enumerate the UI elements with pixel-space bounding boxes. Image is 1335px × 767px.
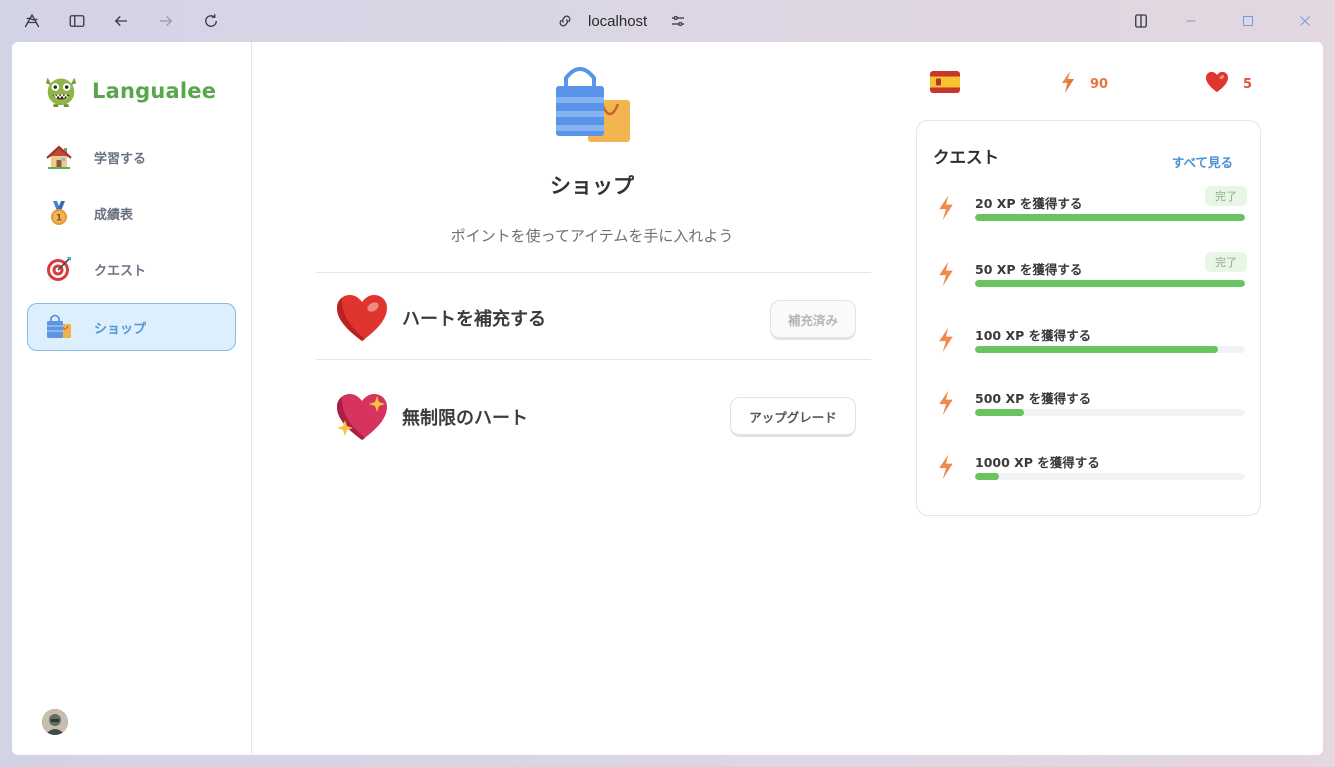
quest-progress-fill bbox=[975, 280, 1245, 287]
quest-label: 50 XP を獲得する bbox=[975, 262, 1083, 277]
divider bbox=[316, 272, 871, 273]
browser-toolbar: localhost bbox=[0, 0, 1335, 42]
minimize-icon[interactable] bbox=[1179, 9, 1203, 33]
lightning-icon bbox=[937, 193, 959, 229]
sidebar-item-label: 成績表 bbox=[94, 207, 134, 223]
back-icon[interactable] bbox=[109, 9, 133, 33]
heart-icon bbox=[332, 290, 392, 346]
quests-card: クエスト すべて見る 20 XP を獲得する 完了 50 XP を獲得する 完了 bbox=[916, 120, 1261, 516]
sidebar: Langualee 学習する 1 成績表 クエスト ショップ bbox=[12, 42, 252, 755]
forward-icon[interactable] bbox=[154, 9, 178, 33]
quest-label: 20 XP を獲得する bbox=[975, 196, 1083, 211]
lightning-icon bbox=[937, 325, 959, 361]
shop-item-label: 無制限のハート bbox=[402, 408, 528, 429]
split-view-icon[interactable] bbox=[1129, 9, 1153, 33]
lightning-icon bbox=[937, 452, 959, 488]
sidebar-item-label: クエスト bbox=[94, 263, 147, 279]
target-icon bbox=[44, 254, 74, 284]
house-icon bbox=[44, 142, 74, 172]
quest-item[interactable]: 500 XP を獲得する bbox=[917, 388, 1262, 434]
refilled-button[interactable]: 補充済み bbox=[770, 300, 856, 340]
sidebar-item-leaderboard[interactable]: 1 成績表 bbox=[27, 189, 236, 237]
view-all-link[interactable]: すべて見る bbox=[1172, 152, 1233, 171]
quest-progress-bar bbox=[975, 409, 1245, 416]
page-subtitle: ポイントを使ってアイテムを手に入れよう bbox=[450, 227, 734, 245]
quest-progress-fill bbox=[975, 346, 1218, 353]
sidebar-toggle-icon[interactable] bbox=[65, 9, 89, 33]
quest-item[interactable]: 1000 XP を獲得する bbox=[917, 452, 1262, 498]
divider bbox=[316, 359, 871, 360]
quest-progress-fill bbox=[975, 409, 1024, 416]
sidebar-item-label: ショップ bbox=[94, 321, 147, 337]
sidebar-item-label: 学習する bbox=[94, 151, 147, 167]
shop-item-refill-hearts: ハートを補充する 補充済み bbox=[316, 278, 871, 358]
monster-mascot-icon bbox=[42, 70, 80, 112]
xp-value: 90 bbox=[1090, 76, 1109, 92]
quests-title: クエスト bbox=[933, 148, 999, 167]
sidebar-item-learn[interactable]: 学習する bbox=[27, 133, 236, 181]
quest-progress-bar bbox=[975, 346, 1245, 353]
hearts-value: 5 bbox=[1243, 76, 1253, 92]
url-text[interactable]: localhost bbox=[588, 13, 647, 30]
shop-main: ショップ ポイントを使ってアイテムを手に入れよう ハートを補充する 補充済み 無… bbox=[252, 42, 1323, 755]
shop-item-unlimited-hearts: 無制限のハート アップグレード bbox=[316, 377, 871, 457]
sparkling-heart-icon bbox=[332, 389, 392, 445]
shopping-bags-hero-icon bbox=[554, 66, 632, 148]
avatar[interactable] bbox=[42, 709, 68, 735]
upgrade-button[interactable]: アップグレード bbox=[730, 397, 856, 437]
completed-badge: 完了 bbox=[1205, 252, 1247, 272]
app-logo-icon[interactable] bbox=[20, 9, 44, 33]
maximize-icon[interactable] bbox=[1236, 9, 1260, 33]
svg-text:1: 1 bbox=[56, 214, 62, 224]
lightning-icon bbox=[937, 259, 959, 295]
quest-item[interactable]: 100 XP を獲得する bbox=[917, 325, 1262, 371]
sidebar-item-quests[interactable]: クエスト bbox=[27, 245, 236, 293]
quest-label: 500 XP を獲得する bbox=[975, 391, 1092, 406]
completed-badge: 完了 bbox=[1205, 186, 1247, 206]
link-icon bbox=[556, 12, 574, 30]
quest-progress-fill bbox=[975, 473, 1000, 480]
quest-progress-fill bbox=[975, 214, 1245, 221]
shop-item-label: ハートを補充する bbox=[402, 309, 546, 330]
quest-progress-bar bbox=[975, 280, 1245, 287]
address-bar[interactable]: localhost bbox=[556, 10, 687, 32]
quest-item[interactable]: 50 XP を獲得する 完了 bbox=[917, 252, 1262, 305]
page-title: ショップ bbox=[550, 174, 634, 198]
lightning-icon bbox=[937, 388, 959, 424]
quest-item[interactable]: 20 XP を獲得する 完了 bbox=[917, 186, 1262, 239]
brand-name: Langualee bbox=[92, 79, 217, 103]
medal-icon: 1 bbox=[44, 198, 74, 228]
heart-icon bbox=[1205, 71, 1229, 97]
sidebar-item-shop[interactable]: ショップ bbox=[27, 303, 236, 351]
app-window: Langualee 学習する 1 成績表 クエスト ショップ ショップ ポイント… bbox=[12, 42, 1323, 755]
xp-counter[interactable]: 90 bbox=[1060, 70, 1109, 98]
spain-flag-icon bbox=[930, 71, 960, 97]
shopping-bag-icon bbox=[44, 312, 74, 342]
hearts-counter[interactable]: 5 bbox=[1205, 71, 1253, 97]
brand[interactable]: Langualee bbox=[42, 70, 216, 112]
close-icon[interactable] bbox=[1293, 9, 1317, 33]
site-settings-icon[interactable] bbox=[669, 12, 687, 30]
lightning-icon bbox=[1060, 70, 1076, 98]
reload-icon[interactable] bbox=[199, 9, 223, 33]
quest-label: 1000 XP を獲得する bbox=[975, 455, 1100, 470]
language-selector[interactable] bbox=[930, 71, 960, 97]
quest-label: 100 XP を獲得する bbox=[975, 328, 1092, 343]
quest-progress-bar bbox=[975, 214, 1245, 221]
quest-progress-bar bbox=[975, 473, 1245, 480]
